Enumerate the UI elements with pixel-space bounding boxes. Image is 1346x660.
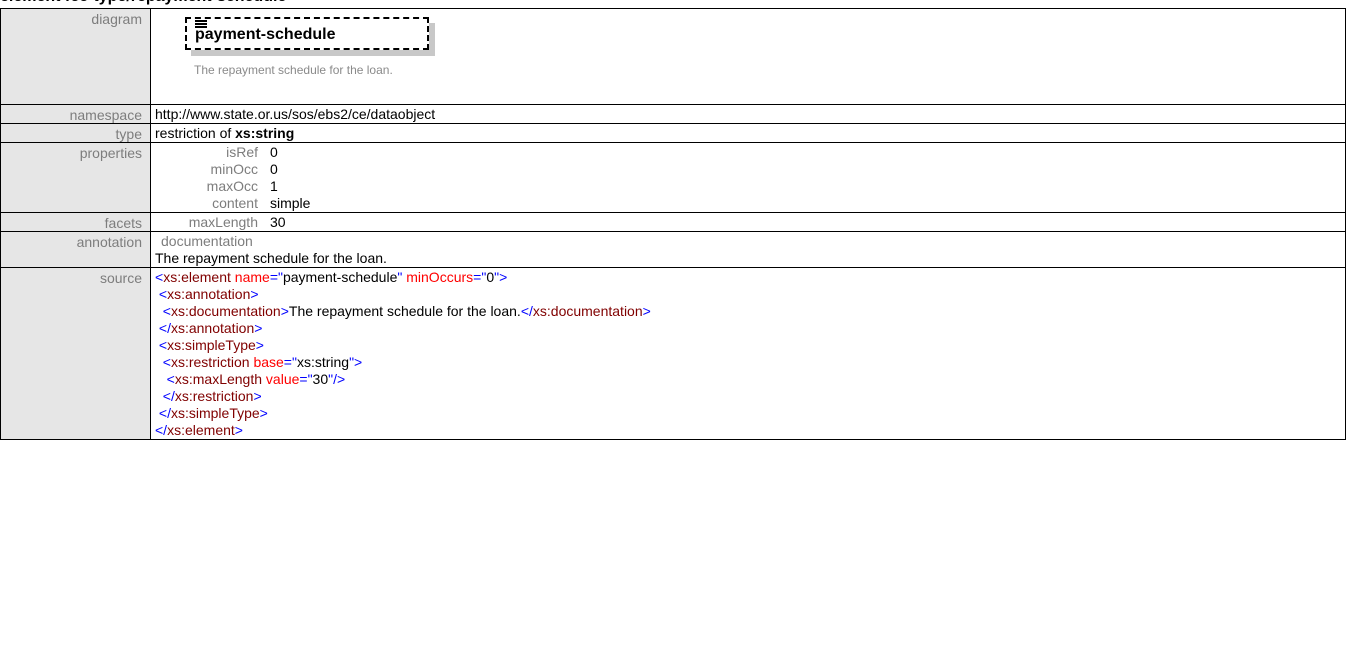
- annotation-value: documentation The repayment schedule for…: [150, 231, 1346, 268]
- type-value: restriction of xs:string: [150, 123, 1346, 143]
- source-tag: xs:documentation: [170, 303, 281, 319]
- source-tag: xs:annotation: [167, 286, 251, 302]
- page-heading: element fee-type/repayment-schedule: [0, 0, 286, 8]
- element-name: payment-schedule: [195, 26, 336, 43]
- source-line: </xs:annotation>: [158, 320, 263, 336]
- source-tag: xs:simpleType: [167, 337, 256, 353]
- source-line: <xs:documentation>The repayment schedule…: [162, 303, 651, 319]
- label-namespace: namespace: [0, 104, 151, 124]
- source-attr-value: 30: [312, 371, 329, 387]
- source-line: </xs:element>: [155, 422, 243, 438]
- row-namespace: namespace http://www.state.or.us/sos/ebs…: [0, 104, 1346, 124]
- source-line: <xs:simpleType>: [158, 337, 264, 353]
- diagram-documentation: The repayment schedule for the loan.: [194, 63, 393, 77]
- source-line: <xs:annotation>: [158, 286, 259, 302]
- label-facets: facets: [0, 212, 151, 232]
- facet-key: maxLength: [188, 214, 258, 230]
- row-diagram: diagram payment-schedule The repayment s…: [0, 8, 1346, 105]
- source-tag: xs:annotation: [170, 320, 255, 336]
- prop-value: 0: [270, 144, 278, 160]
- type-base-link[interactable]: xs:string: [235, 125, 294, 141]
- source-attr-name: base: [253, 354, 284, 370]
- source-line: <xs:maxLength value="30"/>: [166, 371, 346, 387]
- namespace-value: http://www.state.or.us/sos/ebs2/ce/datao…: [150, 104, 1346, 124]
- source-tag: xs:documentation: [532, 303, 643, 319]
- source-code: <xs:element name="payment-schedule" minO…: [150, 267, 1346, 440]
- prop-key: content: [212, 195, 258, 211]
- row-annotation: annotation documentation The repayment s…: [0, 231, 1346, 268]
- source-attr-value: payment-schedule: [282, 269, 398, 285]
- prop-key: isRef: [226, 144, 258, 160]
- diagram-cell: payment-schedule The repayment schedule …: [150, 8, 1346, 105]
- element-box[interactable]: payment-schedule: [185, 17, 429, 50]
- source-attr-name: value: [265, 371, 300, 387]
- facets-grid: maxLength 30: [155, 214, 1341, 231]
- source-tag: xs:element: [167, 422, 235, 438]
- label-type: type: [0, 123, 151, 143]
- row-source: source <xs:element name="payment-schedul…: [0, 267, 1346, 440]
- properties-value: isRef 0 minOcc 0 maxOcc 1 content simple: [150, 142, 1346, 213]
- element-doc-table: diagram payment-schedule The repayment s…: [0, 8, 1346, 440]
- source-attr-value: 0: [486, 269, 495, 285]
- source-line: </xs:restriction>: [162, 388, 262, 404]
- source-tag: xs:simpleType: [170, 405, 260, 421]
- source-tag: xs:restriction: [170, 354, 250, 370]
- source-attr-value: xs:string: [296, 354, 350, 370]
- label-source: source: [0, 267, 151, 440]
- element-diagram: payment-schedule The repayment schedule …: [155, 10, 1341, 104]
- source-text: The repayment schedule for the loan.: [288, 303, 521, 319]
- prop-value: 1: [270, 178, 278, 194]
- prop-value: simple: [270, 195, 311, 211]
- source-tag: xs:maxLength: [174, 371, 263, 387]
- source-tag: xs:element: [163, 269, 231, 285]
- properties-grid: isRef 0 minOcc 0 maxOcc 1 content simple: [155, 144, 1341, 212]
- prop-key: minOcc: [210, 161, 258, 177]
- label-annotation: annotation: [0, 231, 151, 268]
- prop-value: 0: [270, 161, 278, 177]
- row-properties: properties isRef 0 minOcc 0 maxOcc 1 conten…: [0, 142, 1346, 213]
- label-properties: properties: [0, 142, 151, 213]
- annotation-heading: documentation: [161, 233, 253, 249]
- facets-value: maxLength 30: [150, 212, 1346, 232]
- row-type: type restriction of xs:string: [0, 123, 1346, 143]
- prop-key: maxOcc: [206, 178, 258, 194]
- source-tag: xs:restriction: [174, 388, 254, 404]
- source-attr-name: minOccurs: [406, 269, 474, 285]
- type-prefix: restriction of: [155, 125, 236, 141]
- annotation-text: The repayment schedule for the loan.: [155, 250, 387, 266]
- source-line: </xs:simpleType>: [158, 405, 268, 421]
- label-diagram: diagram: [0, 8, 151, 105]
- source-attr-name: name: [234, 269, 270, 285]
- facet-value: 30: [270, 214, 286, 230]
- source-line: <xs:restriction base="xs:string">: [162, 354, 363, 370]
- row-facets: facets maxLength 30: [0, 212, 1346, 232]
- source-line: <xs:element name="payment-schedule" minO…: [155, 269, 508, 285]
